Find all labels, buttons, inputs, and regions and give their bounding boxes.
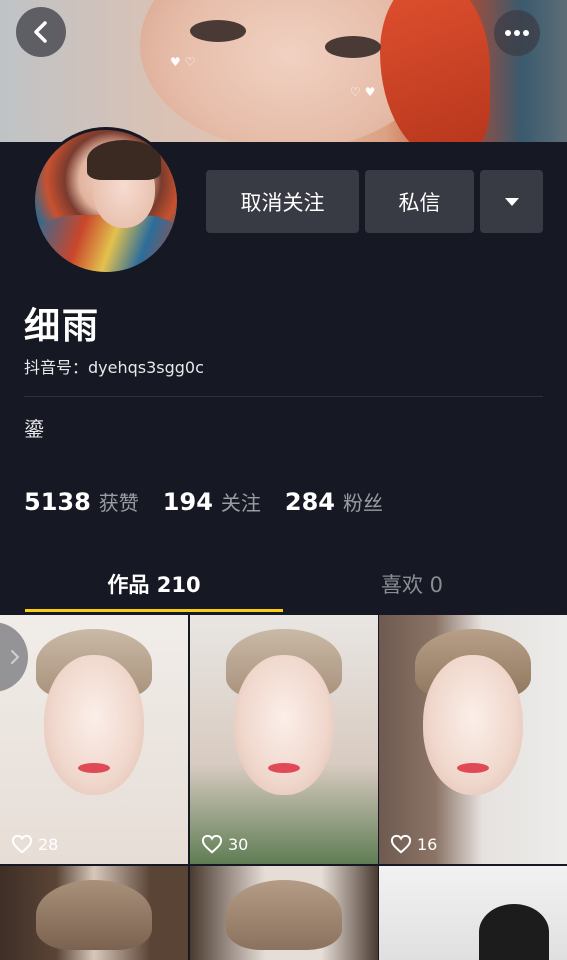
tab-likes[interactable]: 喜欢 0 [283,555,541,613]
video-likes-count: 16 [417,834,438,854]
video-thumbnail[interactable]: 30 [190,615,378,864]
thumbnail-lips [457,763,489,773]
chevron-left-icon [34,21,47,43]
video-likes: 28 [11,834,58,854]
video-likes-count: 30 [228,834,249,854]
tab-indicator [25,609,283,612]
video-thumbnail[interactable]: 16 [379,615,567,864]
thumbnail-hair [36,880,152,950]
divider [24,396,543,397]
video-thumbnail[interactable]: 28 [0,615,188,864]
avatar-hair [87,140,161,180]
profile-bio: 鎏 [24,417,44,441]
ellipsis-icon [505,30,529,36]
video-thumbnail[interactable] [0,866,188,960]
dropdown-button[interactable] [480,170,543,233]
thumbnail-figure [479,904,549,960]
thumbnail-lips [268,763,300,773]
douyin-id: 抖音号：dyehqs3sgg0c [24,358,204,377]
stats-row: 5138 获赞 194 关注 284 粉丝 [24,487,407,516]
cover-eye-right [325,36,381,58]
unfollow-button[interactable]: 取消关注 [206,170,359,233]
thumbnail-lips [78,763,110,773]
message-button[interactable]: 私信 [365,170,474,233]
following-label[interactable]: 关注 [221,487,261,516]
chevron-right-icon [11,650,20,664]
triangle-down-icon [504,197,519,206]
content-tabs: 作品 210 喜欢 0 [0,555,567,613]
cover-sticker: ♡ ♥ [350,85,376,99]
cover-hair [380,0,490,142]
video-likes: 30 [201,834,248,854]
profile-name: 细雨 [24,306,101,347]
followers-label[interactable]: 粉丝 [343,487,383,516]
video-thumbnail[interactable] [190,866,378,960]
thumbnail-face [234,655,334,795]
video-likes-count: 28 [38,834,59,854]
more-button[interactable] [494,10,540,56]
heart-icon [390,834,412,854]
followers-count[interactable]: 284 [285,488,335,516]
cover-image: ♥ ♡ ♡ ♥ [0,0,567,142]
avatar-clothing [35,215,177,272]
likes-label: 获赞 [98,491,139,515]
thumbnail-face [423,655,523,795]
tab-works[interactable]: 作品 210 [25,555,283,613]
video-likes: 16 [390,834,437,854]
cover-eye-left [190,20,246,42]
following-count[interactable]: 194 [163,488,213,516]
back-button[interactable] [16,7,66,57]
likes-count: 5138 [24,488,91,516]
cover-sticker: ♥ ♡ [170,55,196,69]
heart-icon [11,834,33,854]
video-thumbnail[interactable] [379,866,567,960]
avatar[interactable] [32,127,180,275]
thumbnail-hair [226,880,342,950]
thumbnail-face [44,655,144,795]
heart-icon [201,834,223,854]
